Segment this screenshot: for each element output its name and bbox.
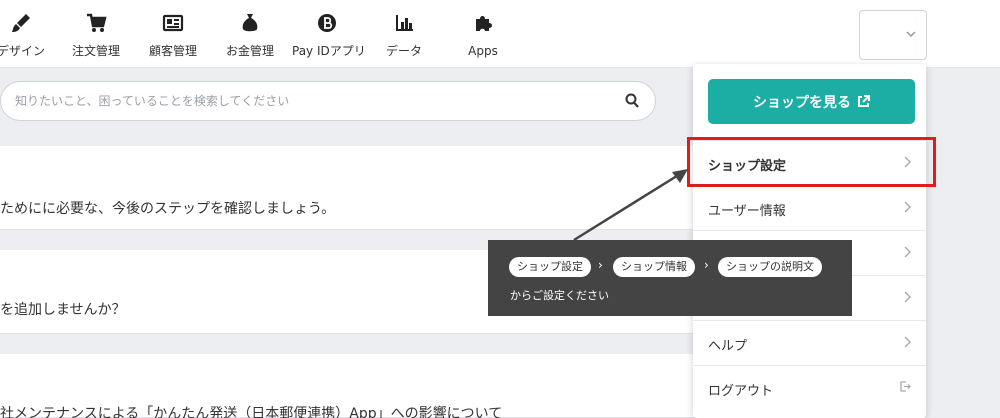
puzzle-icon bbox=[476, 16, 492, 31]
chevron-right-icon bbox=[904, 291, 911, 303]
nav-label: Apps bbox=[468, 44, 498, 58]
card-text: ためにに必要な、今後のステップを確認しましょう。 bbox=[0, 201, 336, 217]
id-card-icon bbox=[162, 14, 184, 32]
menu-item-user-info[interactable]: ユーザー情報 bbox=[693, 185, 926, 230]
payid-icon bbox=[318, 14, 336, 32]
nav-label: 顧客管理 bbox=[148, 44, 197, 58]
chevron-right-icon bbox=[904, 201, 911, 213]
chevron-right-icon bbox=[904, 336, 911, 348]
logout-icon bbox=[900, 381, 911, 392]
annotation-arrow bbox=[573, 169, 688, 242]
chevron-down-icon bbox=[906, 31, 916, 38]
menu-item-help[interactable]: ヘルプ bbox=[693, 320, 926, 365]
step-pill: ショップ設定 bbox=[509, 257, 591, 277]
nav-label: デザイン bbox=[0, 44, 45, 58]
search-icon[interactable] bbox=[625, 93, 639, 109]
chevron-right-icon: › bbox=[704, 258, 709, 272]
card-text: 社メンテナンスによる「かんたん発送（日本郵便連携）App」への影響について bbox=[0, 406, 503, 418]
tooltip-note: からご設定ください bbox=[510, 289, 609, 302]
money-bag-icon bbox=[242, 14, 258, 32]
brush-icon bbox=[12, 14, 30, 32]
nav-label: 注文管理 bbox=[71, 44, 120, 58]
step-pill: ショップの説明文 bbox=[718, 257, 822, 277]
nav-item-design[interactable]: デザイン bbox=[0, 12, 46, 60]
nav-item-money[interactable]: お金管理 bbox=[224, 12, 276, 60]
nav-label: データ bbox=[385, 44, 422, 58]
chevron-right-icon bbox=[904, 246, 911, 258]
menu-label: ユーザー情報 bbox=[708, 204, 786, 219]
menu-label: ヘルプ bbox=[708, 339, 748, 354]
view-shop-button[interactable]: ショップを見る bbox=[708, 79, 915, 124]
instruction-tooltip: ショップ設定 › ショップ情報 › ショップの説明文 からご設定ください bbox=[488, 240, 852, 316]
account-menu-button[interactable] bbox=[859, 10, 927, 60]
card-text: を追加しませんか？ bbox=[0, 302, 126, 318]
nav-item-customers[interactable]: 顧客管理 bbox=[146, 12, 200, 60]
menu-item-logout[interactable]: ログアウト bbox=[693, 365, 926, 410]
nav-label: Pay IDアプリ bbox=[292, 44, 366, 58]
chevron-right-icon: › bbox=[598, 258, 603, 272]
menu-label: ログアウト bbox=[708, 384, 774, 399]
step-pill: ショップ情報 bbox=[613, 257, 695, 277]
view-shop-label: ショップを見る bbox=[753, 94, 851, 111]
nav-item-payid[interactable]: Pay IDアプリ bbox=[292, 12, 366, 60]
help-search-box bbox=[0, 81, 656, 121]
highlight-box bbox=[687, 137, 936, 187]
nav-label: お金管理 bbox=[225, 44, 274, 58]
bar-chart-icon bbox=[396, 15, 413, 31]
nav-item-apps[interactable]: Apps bbox=[464, 12, 502, 60]
external-link-icon bbox=[858, 95, 870, 107]
nav-item-orders[interactable]: 注文管理 bbox=[70, 12, 122, 60]
nav-item-data[interactable]: データ bbox=[384, 12, 424, 60]
news-card[interactable]: 社メンテナンスによる「かんたん発送（日本郵便連携）App」への影響について bbox=[0, 354, 812, 418]
cart-icon bbox=[87, 13, 107, 32]
top-nav: デザイン 注文管理 顧客管理 お金管理 Pay IDアプリ データ Apps bbox=[0, 0, 1000, 68]
search-input[interactable] bbox=[15, 91, 595, 111]
